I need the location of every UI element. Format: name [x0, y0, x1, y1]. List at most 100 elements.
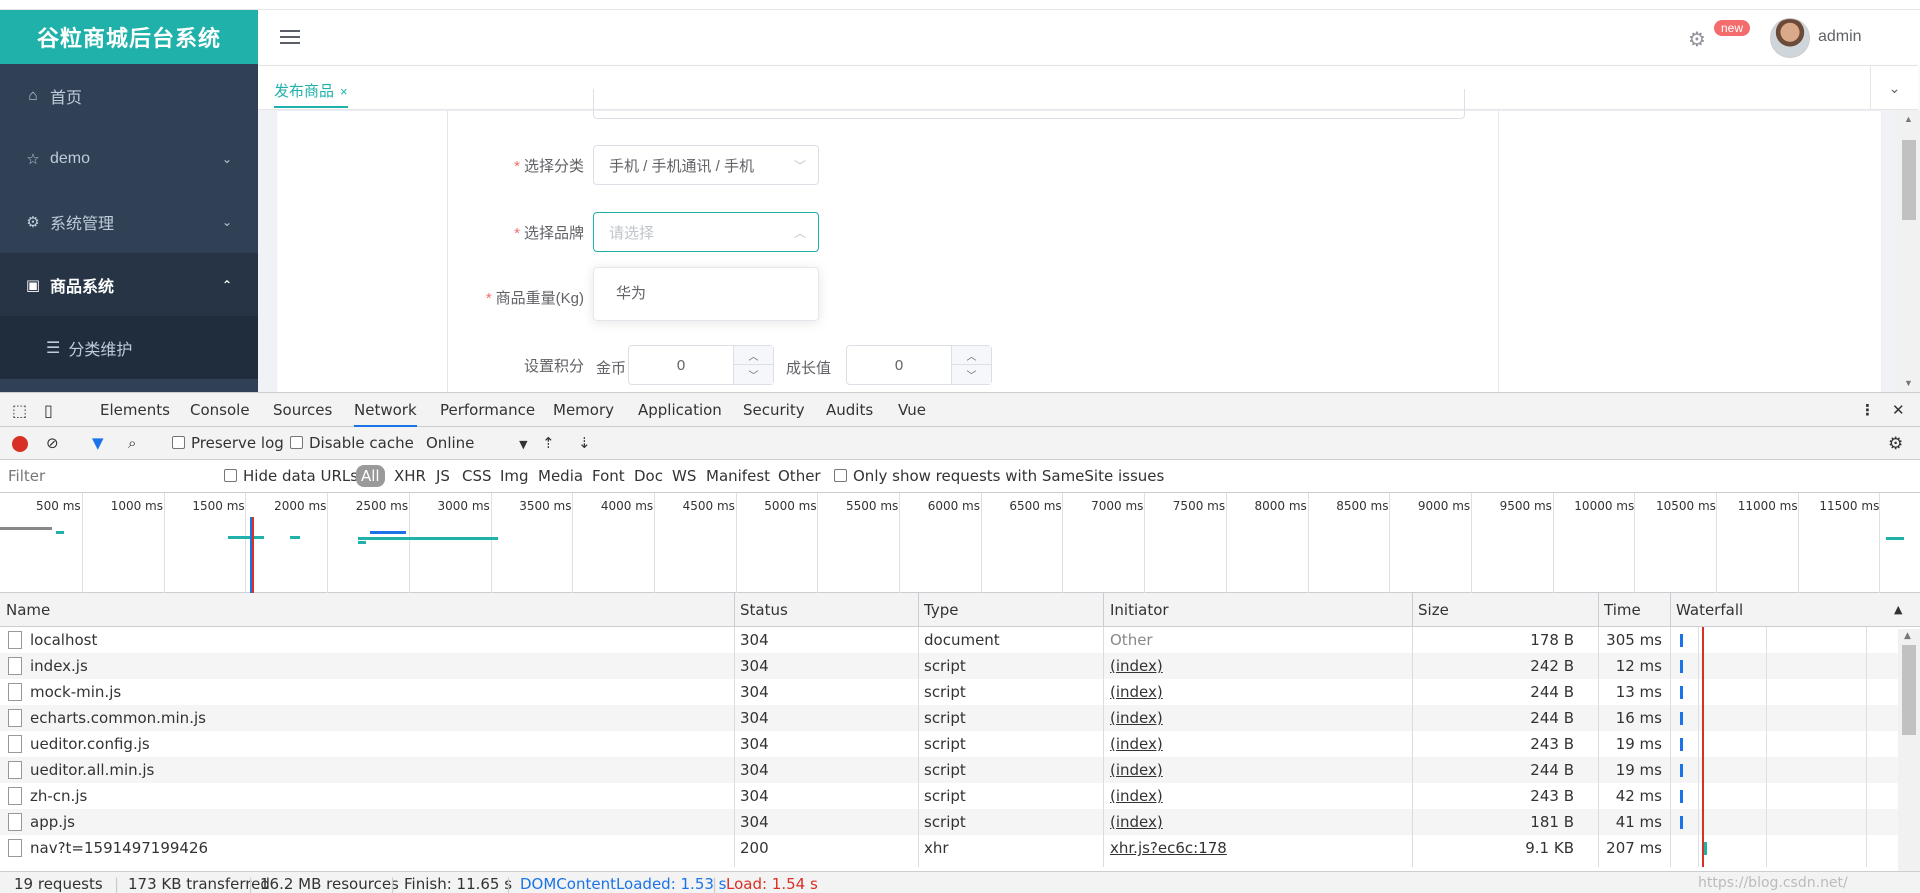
cell-initiator[interactable]: (index) — [1110, 683, 1163, 701]
tab-vue[interactable]: Vue — [898, 401, 926, 419]
filter-xhr[interactable]: XHR — [394, 467, 426, 485]
col-size[interactable]: Size — [1418, 601, 1449, 619]
brand-option[interactable]: 华为 — [594, 268, 818, 317]
cell-name[interactable]: nav?t=1591497199426 — [30, 839, 208, 857]
cell-initiator[interactable]: (index) — [1110, 761, 1163, 779]
filter-css[interactable]: CSS — [462, 467, 492, 485]
preserve-log-checkbox[interactable]: Preserve log — [172, 434, 284, 452]
cell-name[interactable]: zh-cn.js — [30, 787, 87, 805]
disable-cache-checkbox[interactable]: Disable cache — [290, 434, 414, 452]
avatar[interactable] — [1770, 18, 1810, 58]
filter-js[interactable]: JS — [436, 467, 450, 485]
filter-img[interactable]: Img — [500, 467, 529, 485]
filter-manifest[interactable]: Manifest — [706, 467, 770, 485]
cell-name[interactable]: ueditor.config.js — [30, 735, 150, 753]
close-icon[interactable]: × — [340, 84, 348, 99]
cell-initiator[interactable]: (index) — [1110, 787, 1163, 805]
table-row[interactable]: localhost 304 document Other 178 B 305 ms — [0, 627, 1898, 653]
table-row[interactable]: nav?t=1591497199426 200 xhr xhr.js?ec6c:178… — [0, 835, 1898, 861]
clear-icon[interactable]: ⊘ — [46, 434, 59, 452]
cell-name[interactable]: app.js — [30, 813, 75, 831]
settings-gear-icon[interactable]: ⚙ — [1688, 27, 1706, 52]
col-time[interactable]: Time — [1604, 601, 1641, 619]
filter-other[interactable]: Other — [778, 467, 821, 485]
close-icon[interactable]: ✕ — [1892, 401, 1905, 419]
filter-font[interactable]: Font — [592, 467, 625, 485]
sort-up-icon[interactable]: ▲ — [1894, 603, 1902, 616]
tab-elements[interactable]: Elements — [100, 401, 170, 419]
filter-ws[interactable]: WS — [672, 467, 696, 485]
record-icon[interactable] — [12, 436, 28, 452]
cell-initiator[interactable]: (index) — [1110, 709, 1163, 727]
menu-item-demo[interactable]: ☆ demo ⌄ — [0, 127, 258, 190]
scroll-up-icon[interactable]: ▲ — [1904, 631, 1911, 641]
cell-name[interactable]: mock-min.js — [30, 683, 121, 701]
increment-icon[interactable]: ︿ — [952, 346, 991, 365]
menu-item-system[interactable]: ⚙ 系统管理 ⌄ — [0, 190, 258, 253]
scrollbar-thumb[interactable] — [1902, 645, 1916, 735]
samesite-checkbox[interactable]: Only show requests with SameSite issues — [834, 467, 1164, 485]
device-toggle-icon[interactable]: ▯ — [44, 401, 53, 420]
filter-all[interactable]: All — [356, 465, 385, 487]
cell-name[interactable]: localhost — [30, 631, 97, 649]
col-type[interactable]: Type — [924, 601, 958, 619]
tab-application[interactable]: Application — [638, 401, 722, 419]
menu-item-home[interactable]: ⌂ 首页 — [0, 64, 258, 127]
col-initiator[interactable]: Initiator — [1110, 601, 1169, 619]
tab-memory[interactable]: Memory — [553, 401, 614, 419]
tab-audits[interactable]: Audits — [826, 401, 873, 419]
gold-input[interactable]: 0 ︿ ﹀ — [628, 345, 774, 385]
decrement-icon[interactable]: ﹀ — [952, 365, 991, 384]
scroll-up-icon[interactable]: ▲ — [1904, 114, 1913, 124]
growth-input[interactable]: 0 ︿ ﹀ — [846, 345, 992, 385]
col-name[interactable]: Name — [6, 601, 50, 619]
throttle-select[interactable]: Online ▼ — [426, 434, 528, 452]
tag-publish-product[interactable]: 发布商品 × — [274, 74, 348, 108]
table-row[interactable]: ueditor.config.js 304 script (index) 243 B 19… — [0, 731, 1898, 757]
cell-initiator[interactable]: xhr.js?ec6c:178 — [1110, 839, 1227, 857]
inspect-icon[interactable]: ⬚ — [12, 401, 27, 420]
category-select[interactable]: 手机 / 手机通讯 / 手机 ﹀ — [593, 145, 819, 185]
menu-item-product[interactable]: ▣ 商品系统 ⌃ — [0, 253, 258, 316]
tab-network[interactable]: Network — [354, 401, 417, 427]
table-row[interactable]: index.js 304 script (index) 242 B 12 ms — [0, 653, 1898, 679]
table-row[interactable]: zh-cn.js 304 script (index) 243 B 42 ms — [0, 783, 1898, 809]
cell-name[interactable]: index.js — [30, 657, 88, 675]
app-logo[interactable]: 谷粒商城后台系统 — [0, 10, 258, 64]
filter-media[interactable]: Media — [538, 467, 583, 485]
requests-scrollbar[interactable]: ▲ — [1898, 629, 1920, 871]
filter-icon[interactable]: ▼ — [92, 434, 104, 452]
cell-name[interactable]: ueditor.all.min.js — [30, 761, 154, 779]
increment-icon[interactable]: ︿ — [734, 346, 773, 365]
export-icon[interactable]: ⇣ — [578, 434, 591, 452]
cell-initiator[interactable]: (index) — [1110, 657, 1163, 675]
submenu-item-category[interactable]: ☰ 分类维护 — [0, 316, 258, 379]
tab-sources[interactable]: Sources — [273, 401, 332, 419]
table-row[interactable]: echarts.common.min.js 304 script (index) 244… — [0, 705, 1898, 731]
scroll-down-icon[interactable]: ▼ — [1904, 378, 1913, 388]
more-menu-icon[interactable]: ⋮ — [1860, 401, 1875, 419]
tab-console[interactable]: Console — [190, 401, 250, 419]
table-row[interactable]: app.js 304 script (index) 181 B 41 ms — [0, 809, 1898, 835]
cell-initiator[interactable]: (index) — [1110, 735, 1163, 753]
col-status[interactable]: Status — [740, 601, 788, 619]
hide-data-urls-checkbox[interactable]: Hide data URLs — [224, 467, 358, 485]
cell-name[interactable]: echarts.common.min.js — [30, 709, 206, 727]
filter-input[interactable]: Filter — [8, 467, 45, 485]
decrement-icon[interactable]: ﹀ — [734, 365, 773, 384]
filter-doc[interactable]: Doc — [634, 467, 663, 485]
page-scrollbar[interactable]: ▲ ▼ — [1898, 110, 1920, 392]
tab-performance[interactable]: Performance — [440, 401, 535, 419]
search-icon[interactable]: ⌕ — [128, 434, 136, 452]
table-row[interactable]: ueditor.all.min.js 304 script (index) 244 B 1… — [0, 757, 1898, 783]
col-waterfall[interactable]: Waterfall — [1676, 601, 1743, 619]
import-icon[interactable]: ⇡ — [542, 434, 555, 452]
hamburger-icon[interactable] — [280, 30, 300, 44]
scrollbar-thumb[interactable] — [1902, 140, 1916, 220]
table-row[interactable]: mock-min.js 304 script (index) 244 B 13 ms — [0, 679, 1898, 705]
cell-initiator[interactable]: (index) — [1110, 813, 1163, 831]
username[interactable]: admin — [1818, 28, 1862, 46]
settings-gear-icon[interactable]: ⚙ — [1888, 434, 1903, 454]
chevron-down-icon[interactable]: ⌄ — [1870, 66, 1918, 110]
network-overview[interactable]: 500 ms 1000 ms 1500 ms 2000 ms 2500 ms 3000 m… — [0, 493, 1920, 593]
